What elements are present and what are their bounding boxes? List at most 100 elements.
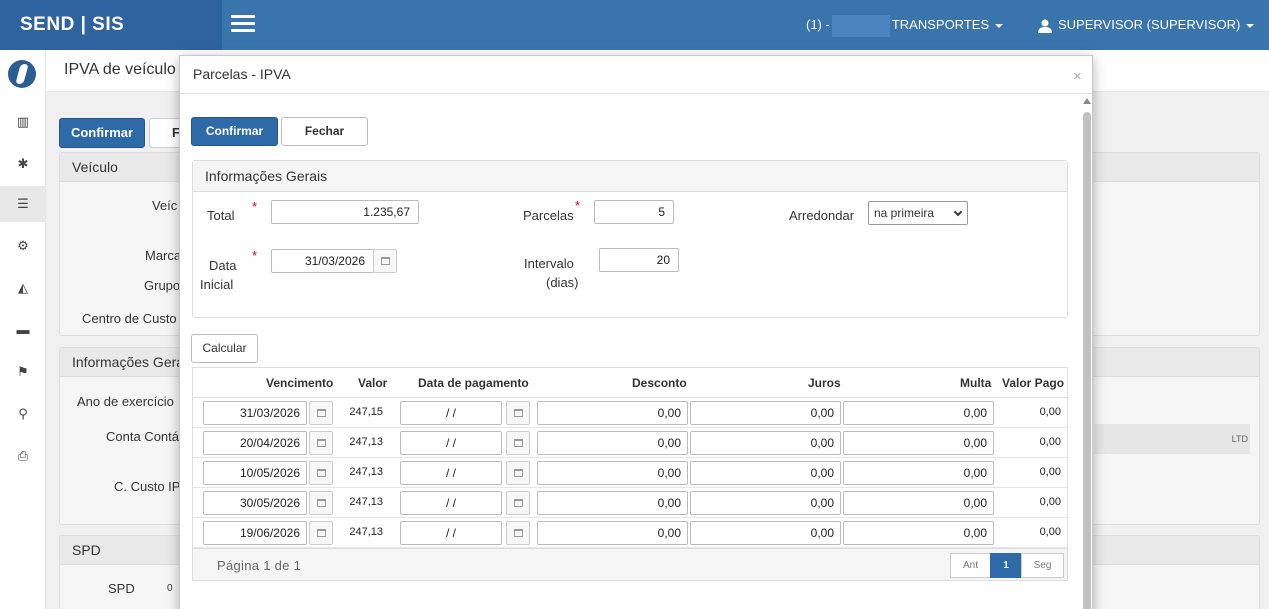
user-name: SUPERVISOR (SUPERVISOR) bbox=[1058, 17, 1241, 32]
confirm-button[interactable]: Confirmar bbox=[191, 117, 278, 146]
sidebar-item-truck[interactable]: ▬ bbox=[0, 312, 46, 348]
desconto-input[interactable]: 0,00 bbox=[537, 491, 688, 515]
scroll-up-icon[interactable] bbox=[1083, 98, 1091, 104]
calendar-icon[interactable] bbox=[309, 431, 333, 455]
sidebar-item-flag[interactable]: ⚑ bbox=[0, 354, 46, 390]
data-pagamento-input[interactable]: / / bbox=[400, 521, 502, 545]
bg-value-spd: 0 bbox=[167, 583, 173, 594]
vencimento-input[interactable]: 31/03/2026 bbox=[203, 401, 307, 425]
juros-input[interactable]: 0,00 bbox=[690, 431, 841, 455]
data-pagamento-input[interactable]: / / bbox=[400, 491, 502, 515]
table-row: 20/04/2026 247,13 / /0,00 0,00 0,00 0,00 bbox=[193, 428, 1067, 458]
company-name-redacted bbox=[831, 14, 890, 37]
calendar-icon[interactable] bbox=[309, 461, 333, 485]
calendar-icon[interactable] bbox=[373, 249, 397, 273]
scroll-thumb[interactable] bbox=[1083, 112, 1091, 609]
juros-input[interactable]: 0,00 bbox=[690, 401, 841, 425]
bg-label-grupo: Grupo bbox=[144, 278, 181, 293]
data-pagamento-input[interactable]: / / bbox=[400, 401, 502, 425]
menu-icon[interactable] bbox=[231, 15, 255, 33]
close-icon[interactable]: × bbox=[1073, 68, 1082, 85]
total-input[interactable]: 1.235,67 bbox=[271, 200, 419, 224]
calendar-icon[interactable] bbox=[309, 491, 333, 515]
required-marker: * bbox=[575, 198, 581, 213]
vencimento-input[interactable]: 10/05/2026 bbox=[203, 461, 307, 485]
brand-logo[interactable]: SEND | SIS bbox=[0, 0, 222, 50]
top-bar: SEND | SIS (1) - TRANSPORTES SUPERVISOR (… bbox=[0, 0, 1269, 50]
col-juros: Juros bbox=[808, 376, 841, 390]
multa-input[interactable]: 0,00 bbox=[843, 431, 994, 455]
desconto-input[interactable]: 0,00 bbox=[537, 461, 688, 485]
calendar-icon[interactable] bbox=[506, 401, 530, 425]
parcelas-label: Parcelas bbox=[523, 208, 574, 223]
data-pagamento-input[interactable]: / / bbox=[400, 431, 502, 455]
multa-input[interactable]: 0,00 bbox=[843, 491, 994, 515]
user-icon bbox=[1038, 19, 1052, 33]
pagination-page-1[interactable]: 1 bbox=[990, 553, 1022, 578]
multa-input[interactable]: 0,00 bbox=[843, 401, 994, 425]
list-icon: ☰ bbox=[17, 196, 29, 211]
pagination-prev[interactable]: Ant bbox=[950, 553, 991, 578]
juros-input[interactable]: 0,00 bbox=[690, 491, 841, 515]
vencimento-input[interactable]: 19/06/2026 bbox=[203, 521, 307, 545]
parcelas-input[interactable]: 5 bbox=[594, 200, 674, 224]
modal-scrollbar[interactable] bbox=[1082, 96, 1092, 609]
bg-label-veiculo: Veíc bbox=[152, 198, 178, 213]
user-menu[interactable]: SUPERVISOR (SUPERVISOR) bbox=[1038, 0, 1255, 50]
pagination-next[interactable]: Seg bbox=[1021, 553, 1064, 578]
data-inicial-input[interactable]: 31/03/2026 bbox=[271, 249, 374, 273]
col-data-pagamento: Data de pagamento bbox=[418, 376, 529, 390]
sidebar-item-chart[interactable]: ▥ bbox=[0, 104, 46, 140]
calendar-icon[interactable] bbox=[506, 461, 530, 485]
vencimento-input[interactable]: 20/04/2026 bbox=[203, 431, 307, 455]
calendar-icon[interactable] bbox=[506, 491, 530, 515]
multa-input[interactable]: 0,00 bbox=[843, 461, 994, 485]
sidebar-item-print[interactable]: ⎙ bbox=[0, 438, 46, 474]
general-info-panel: Informações Gerais bbox=[192, 160, 1068, 318]
required-marker: * bbox=[252, 248, 258, 263]
intervalo-input[interactable]: 20 bbox=[599, 248, 679, 272]
sidebar-item-list[interactable]: ☰ bbox=[0, 186, 46, 222]
calculate-button[interactable]: Calcular bbox=[191, 334, 258, 363]
calendar-icon[interactable] bbox=[309, 521, 333, 545]
calendar-icon[interactable] bbox=[506, 521, 530, 545]
col-desconto: Desconto bbox=[632, 376, 687, 390]
sidebar-item-gears[interactable]: ⚙ bbox=[0, 228, 46, 264]
arredondar-select[interactable]: na primeira bbox=[868, 201, 968, 225]
desconto-input[interactable]: 0,00 bbox=[537, 401, 688, 425]
multa-input[interactable]: 0,00 bbox=[843, 521, 994, 545]
table-header: Vencimento Valor Data de pagamento Desco… bbox=[193, 368, 1067, 398]
sidebar-item-search[interactable]: ⚲ bbox=[0, 396, 46, 432]
col-multa: Multa bbox=[960, 376, 992, 390]
print-icon: ⎙ bbox=[17, 448, 29, 463]
gear-icon: ✱ bbox=[17, 156, 29, 171]
juros-input[interactable]: 0,00 bbox=[690, 461, 841, 485]
app-logo-icon[interactable] bbox=[8, 60, 36, 88]
table-row: 30/05/2026 247,13 / /0,00 0,00 0,00 0,00 bbox=[193, 488, 1067, 518]
col-vencimento: Vencimento bbox=[266, 376, 334, 390]
vencimento-input[interactable]: 30/05/2026 bbox=[203, 491, 307, 515]
bg-label-marca: Marca bbox=[145, 248, 182, 263]
valor-pago-cell: 0,00 bbox=[1039, 406, 1061, 418]
juros-input[interactable]: 0,00 bbox=[690, 521, 841, 545]
parcelas-modal: Parcelas - IPVA × Confirmar Fechar Infor… bbox=[179, 55, 1093, 609]
close-button[interactable]: Fechar bbox=[281, 117, 368, 146]
desconto-input[interactable]: 0,00 bbox=[537, 521, 688, 545]
calendar-icon[interactable] bbox=[506, 431, 530, 455]
company-selector[interactable]: (1) - TRANSPORTES bbox=[806, 0, 1004, 50]
sidebar-item-area-chart[interactable]: ◭ bbox=[0, 270, 46, 306]
valor-pago-cell: 0,00 bbox=[1039, 496, 1061, 508]
truck-icon: ▬ bbox=[16, 322, 30, 337]
valor-cell: 247,15 bbox=[349, 406, 383, 418]
valor-cell: 247,13 bbox=[349, 526, 383, 538]
data-pagamento-input[interactable]: / / bbox=[400, 461, 502, 485]
sidebar-item-settings[interactable]: ✱ bbox=[0, 146, 46, 182]
bg-confirm-button[interactable]: Confirmar bbox=[59, 118, 145, 148]
calendar-icon[interactable] bbox=[309, 401, 333, 425]
col-valor: Valor bbox=[358, 376, 388, 390]
arredondar-value: na primeira bbox=[874, 206, 935, 220]
gears-icon: ⚙ bbox=[17, 238, 29, 253]
table-row: 31/03/2026 247,15 / /0,00 0,00 0,00 0,00 bbox=[193, 398, 1067, 428]
desconto-input[interactable]: 0,00 bbox=[537, 431, 688, 455]
panel-title: Informações Gerais bbox=[193, 161, 1067, 192]
